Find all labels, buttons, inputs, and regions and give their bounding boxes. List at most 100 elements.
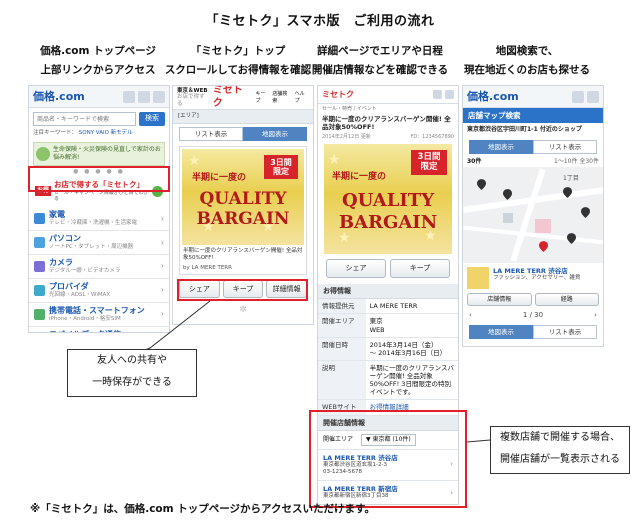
highlight-misetoku-link bbox=[28, 166, 170, 192]
search-input[interactable] bbox=[33, 112, 136, 126]
highlight-share-keep bbox=[177, 279, 308, 301]
misetoku-header: 東京＆WEB お店で得する ミセトク キープ 店舗検索 ヘルプ bbox=[173, 86, 313, 110]
keep-button[interactable]: キープ bbox=[390, 258, 450, 278]
limited-badge: 3日間 限定 bbox=[264, 155, 298, 180]
kakaku-logo[interactable]: 価格.com bbox=[33, 90, 85, 104]
map-pin-icon[interactable] bbox=[581, 206, 590, 218]
menu-icon[interactable] bbox=[445, 90, 454, 99]
info-key: 情報提供元 bbox=[318, 299, 366, 315]
tab-map[interactable]: 地図表示 bbox=[469, 324, 533, 339]
tab-list[interactable]: リスト表示 bbox=[533, 324, 597, 339]
category-item[interactable]: パソコン ノートPC・タブレット・周辺機器 › bbox=[29, 231, 169, 255]
callout-line: 開催店舗が一覧表示される bbox=[500, 454, 620, 465]
category-name: プロバイダ bbox=[49, 281, 89, 291]
search-address: 東京都渋谷区宇田川町1-1 付近のショップ bbox=[467, 126, 582, 134]
category-label: パソコン ノートPC・タブレット・周辺機器 bbox=[49, 234, 133, 251]
history-icon[interactable] bbox=[138, 90, 150, 103]
map-building bbox=[503, 212, 513, 223]
shop-summary[interactable]: LA MERE TERR 渋谷店 ファッション、アクセサリー、雑貨 bbox=[463, 263, 603, 293]
user-icon[interactable] bbox=[153, 90, 165, 103]
region-label: [エリア] bbox=[178, 113, 199, 119]
route-button[interactable]: 経路 bbox=[534, 292, 599, 306]
step-caption-3: 詳細ページでエリアや日程 開催店情報などを確認できる bbox=[305, 42, 455, 80]
phone-kakaku-top: 価格.com 検索 注目キーワード： SONY VAIO 新モデル 生命保険・火… bbox=[28, 85, 170, 333]
map-label: 1丁目 bbox=[563, 174, 579, 182]
chevron-right-icon: › bbox=[160, 261, 164, 271]
update-date: 2014年2月12日 更新 bbox=[322, 133, 371, 140]
highlight-shop-list bbox=[309, 410, 467, 508]
info-row: 情報提供元 LA MERE TERR bbox=[318, 299, 458, 315]
result-count: 30件 bbox=[467, 158, 482, 165]
callout-line: 友人への共有や bbox=[97, 355, 167, 366]
chevron-right-icon[interactable]: › bbox=[594, 311, 597, 320]
user-icon[interactable] bbox=[587, 90, 599, 103]
category-label: 携帯電話・スマートフォン iPhone・Android・格安SIM bbox=[49, 306, 145, 323]
deal-id: FD：1234567890 bbox=[410, 133, 454, 140]
menu-icon[interactable] bbox=[572, 90, 584, 103]
tab-map[interactable]: 地図表示 bbox=[469, 139, 533, 154]
region-bar[interactable]: [エリア] bbox=[173, 110, 313, 124]
poster-headline: 半期に一度の bbox=[192, 173, 247, 183]
badge-line: 限定 bbox=[273, 167, 289, 177]
footnote: ※「ミセトク」は、価格.com トップページからアクセスいただけます。 bbox=[30, 503, 375, 515]
phone-map-search: 価格.com 店舗マップ検索 東京都渋谷区宇田川町1-1 付近のショップ 地図表… bbox=[462, 85, 604, 347]
category-item[interactable]: 携帯電話・スマートフォン iPhone・Android・格安SIM › bbox=[29, 303, 169, 327]
shop-map[interactable]: 1丁目 bbox=[463, 166, 603, 263]
category-item[interactable]: カメラ デジタル一眼・ビデオカメラ › bbox=[29, 255, 169, 279]
step-caption-line: 地図検索で、 bbox=[495, 45, 559, 57]
search-button[interactable]: 検索 bbox=[139, 112, 165, 126]
deal-shop: by LA MERE TERR bbox=[183, 264, 232, 271]
map-pin-icon[interactable] bbox=[503, 188, 512, 200]
poster-quality: QUALITY bbox=[199, 189, 287, 209]
step-caption-line: 現在地近くのお店も探せる bbox=[464, 64, 590, 76]
map-title-bar: 店舗マップ検索 bbox=[463, 108, 603, 124]
tab-list[interactable]: リスト表示 bbox=[179, 126, 243, 141]
step-caption-line: 「ミセトク」トップ bbox=[190, 45, 286, 57]
category-label: プロバイダ 光回線・ADSL・WiMAX bbox=[49, 282, 110, 299]
category-name: モバイルデータ通信 bbox=[49, 330, 121, 332]
pager: ‹ 1 / 30 › bbox=[463, 309, 603, 322]
category-label: 家電 テレビ・冷蔵庫・洗濯機・生活家電 bbox=[49, 210, 137, 227]
shop-category: ファッション、アクセサリー、雑貨 bbox=[493, 274, 581, 281]
category-item[interactable]: 家電 テレビ・冷蔵庫・洗濯機・生活家電 › bbox=[29, 207, 169, 232]
tab-list[interactable]: リスト表示 bbox=[533, 139, 597, 154]
chevron-left-icon[interactable]: ‹ bbox=[469, 311, 472, 320]
step-caption-1: 価格.com トップページ 上部リンクからアクセス bbox=[23, 42, 173, 80]
category-item[interactable]: モバイルデータ通信WiMAX・LTE・ポケットWiFi› bbox=[29, 327, 169, 332]
category-item[interactable]: プロバイダ 光回線・ADSL・WiMAX › bbox=[29, 279, 169, 303]
shop-actions: 店舗情報 経路 bbox=[463, 292, 603, 310]
app-header: 価格.com bbox=[29, 86, 169, 108]
map-pin-icon[interactable] bbox=[539, 240, 548, 252]
category-icon bbox=[34, 284, 45, 296]
step-caption-line: 開催店情報などを確認できる bbox=[311, 64, 449, 76]
chevron-right-icon: › bbox=[160, 309, 164, 319]
nav-shop[interactable]: 店舗検索 bbox=[272, 91, 291, 104]
category-sub: デジタル一眼・ビデオカメラ bbox=[49, 268, 121, 274]
info-value: 東京 WEB bbox=[365, 313, 458, 338]
deal-card[interactable]: ★ ★ ★ 半期に一度の 3日間 限定 QUALITY BARGAIN 半期に一… bbox=[179, 146, 307, 275]
menu-icon[interactable] bbox=[123, 90, 135, 103]
info-value: 半期に一度のクリアランスバーゲン開催! 全品対象50%OFF! 3日間限定の特別… bbox=[365, 360, 458, 401]
category-icon bbox=[34, 260, 45, 272]
kakaku-logo[interactable]: 価格.com bbox=[467, 90, 519, 104]
misetoku-logo[interactable]: ミセトク bbox=[213, 86, 252, 110]
breadcrumb[interactable]: セール・特売 / イベント bbox=[318, 104, 458, 114]
deal-actions: シェア キープ bbox=[318, 257, 458, 280]
shop-info-button[interactable]: 店舗情報 bbox=[467, 292, 532, 306]
info-value: 2014年3月14日（金） ～ 2014年3月16日（日） bbox=[365, 337, 458, 361]
ad-banner[interactable]: 生命保険・火災保険の見直しで家計のお悩み解消! bbox=[33, 141, 165, 166]
map-pin-icon[interactable] bbox=[567, 232, 576, 244]
misetoku-logo[interactable]: ミセトク bbox=[322, 90, 354, 100]
nav-keep[interactable]: キープ bbox=[255, 91, 269, 104]
nav-help[interactable]: ヘルプ bbox=[295, 91, 309, 104]
map-building bbox=[535, 218, 551, 233]
share-button[interactable]: シェア bbox=[326, 258, 386, 278]
hot-keyword-link[interactable]: SONY VAIO 新モデル bbox=[79, 130, 133, 136]
keep-icon[interactable] bbox=[433, 90, 442, 99]
tab-map[interactable]: 地図表示 bbox=[243, 126, 307, 141]
badge-line: 限定 bbox=[420, 161, 438, 172]
map-pin-icon[interactable] bbox=[563, 186, 572, 198]
map-pin-icon[interactable] bbox=[477, 178, 486, 190]
step-caption-2: 「ミセトク」トップ スクロールしてお得情報を確認 bbox=[163, 42, 313, 80]
deal-poster: ★ ★ ★ 半期に一度の 3日間 限定 QUALITY BARGAIN bbox=[324, 143, 452, 254]
